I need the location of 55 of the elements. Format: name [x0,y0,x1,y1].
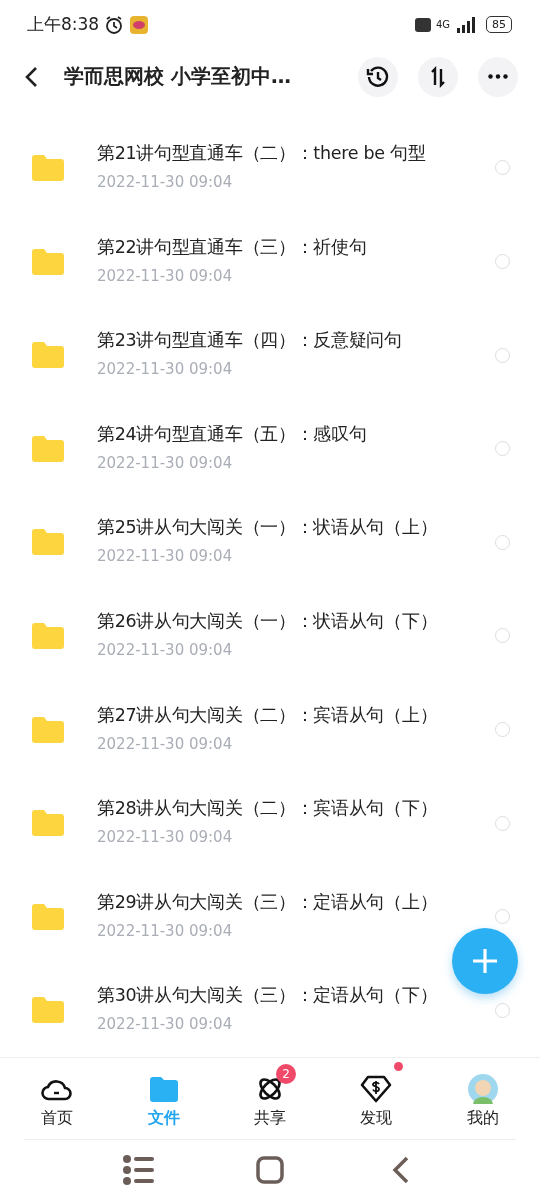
file-name[interactable]: 第27讲从句大闯关（二）：宾语从句（上） [97,702,438,727]
file-name[interactable]: 第23讲句型直通车（四）：反意疑问句 [97,328,402,353]
file-date: 2022-11-30 09:04 [97,734,233,753]
plus-icon [470,946,500,976]
folder-icon [32,716,64,743]
folder-icon [149,1076,178,1103]
folder-icon [32,810,64,837]
menu-icon [121,1153,156,1188]
nav-tab[interactable]: 发现 [331,1058,422,1140]
folder-icon [32,622,64,649]
file-date: 2022-11-30 09:04 [97,453,233,472]
folder-title: 学而思网校 小学至初中… [64,63,292,91]
file-name[interactable]: 第22讲句型直通车（三）：祈使句 [97,234,367,259]
diamond-coin-icon [360,1075,393,1104]
history-icon [366,64,390,89]
file-date: 2022-11-30 09:04 [97,360,233,379]
folder-icon [32,248,64,275]
alarm-icon [104,14,125,35]
folder-icon [32,903,64,930]
file-date: 2022-11-30 09:04 [97,1015,233,1034]
folder-icon [32,997,64,1024]
folder-icon [32,342,64,369]
file-date: 2022-11-30 09:04 [97,172,233,191]
avatar-icon [467,1074,498,1105]
menu-button[interactable] [121,1153,156,1188]
status-time: 上午8:38 [27,13,100,37]
sort-button[interactable] [418,56,458,97]
file-date: 2022-11-30 09:04 [97,640,233,659]
file-date: 2022-11-30 09:04 [97,547,233,566]
more-button[interactable] [478,56,518,97]
file-name[interactable]: 第24讲句型直通车（五）：感叹句 [97,421,367,446]
folder-icon [32,435,64,462]
nav-tab[interactable]: 首页 [12,1058,103,1140]
file-name[interactable]: 第26讲从句大闯关（一）：状语从句（下） [97,608,438,633]
file-name[interactable]: 第21讲句型直通车（二）：there be 句型 [97,140,426,165]
more-icon [488,74,508,80]
file-date: 2022-11-30 09:04 [97,266,233,285]
file-name[interactable]: 第29讲从句大闯关（三）：定语从句（上） [97,889,438,914]
network-label: 4G [435,19,450,30]
file-date: 2022-11-30 09:04 [97,828,233,847]
nav-tab[interactable]: 2 共享 [224,1058,315,1140]
back-icon [24,65,40,88]
battery-level: 85 [486,16,512,34]
file-date: 2022-11-30 09:04 [97,921,233,940]
file-name[interactable]: 第25讲从句大闯关（一）：状语从句（上） [97,515,438,540]
app-icon [129,14,150,35]
folder-icon [32,529,64,556]
signal-icon [455,16,477,33]
folder-icon [32,154,64,181]
file-name[interactable]: 第28讲从句大闯关（二）：宾语从句（下） [97,796,438,821]
add-button[interactable] [452,928,518,994]
history-button[interactable] [358,56,398,97]
nav-tab[interactable]: 我的 [437,1058,528,1140]
notification-badge: 2 [275,1064,296,1085]
file-name[interactable]: 第30讲从句大闯关（三）：定语从句（下） [97,983,438,1008]
